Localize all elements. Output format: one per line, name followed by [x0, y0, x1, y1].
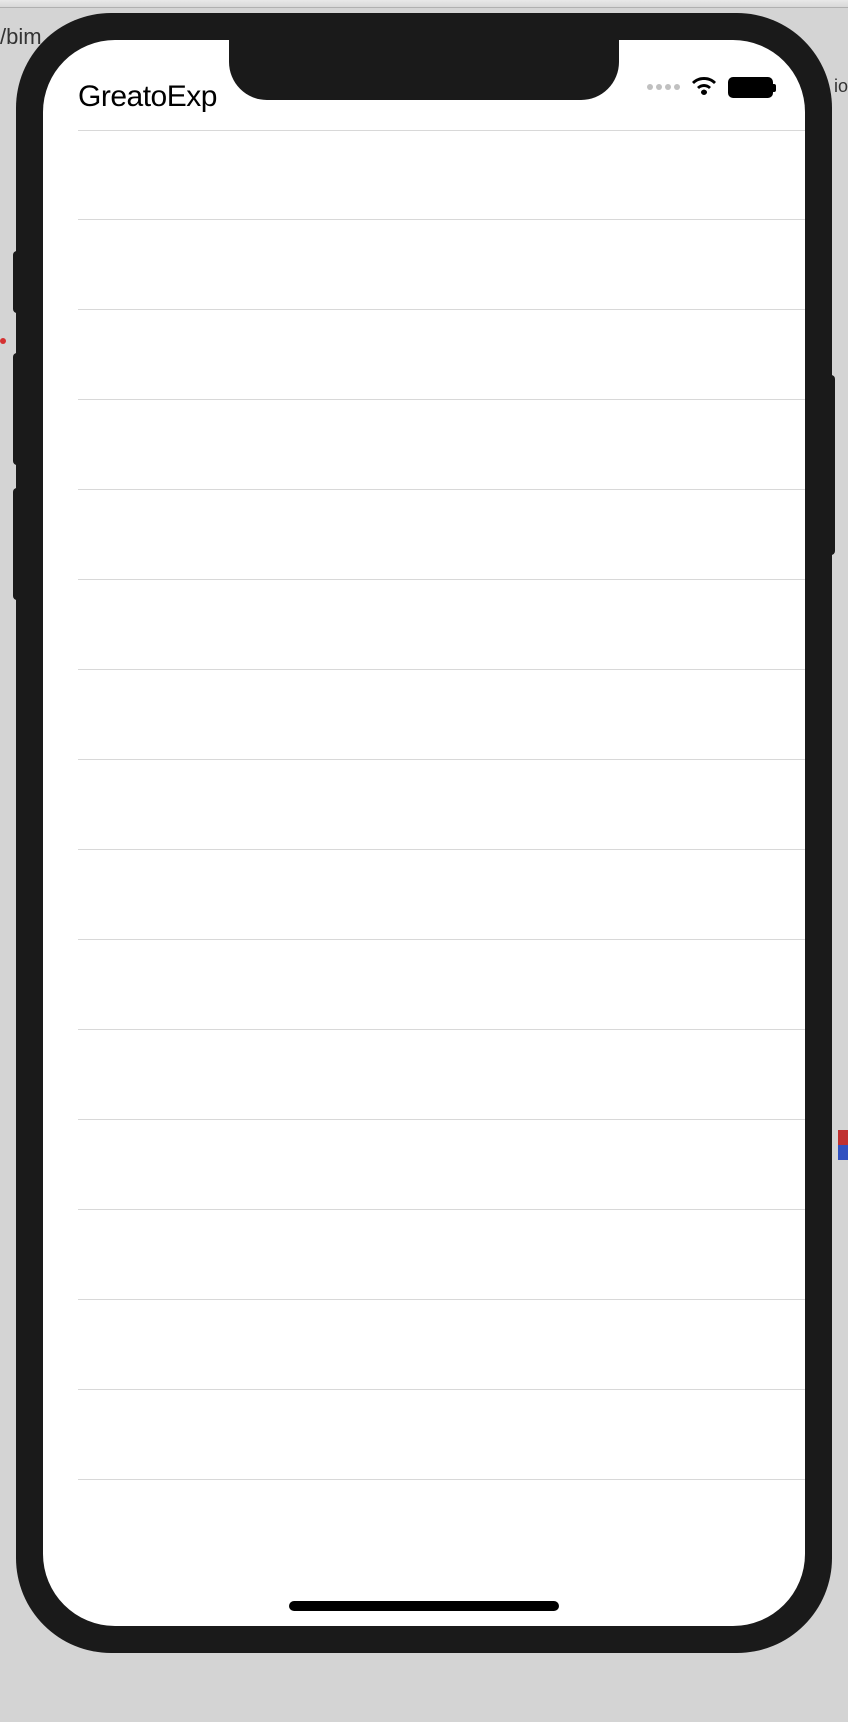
table-row[interactable]	[78, 760, 805, 850]
table-row[interactable]	[78, 850, 805, 940]
table-row[interactable]	[78, 1210, 805, 1300]
table-row[interactable]	[78, 940, 805, 1030]
mute-switch	[13, 251, 21, 313]
url-fragment: /bim	[0, 24, 42, 50]
right-text-fragment: io	[834, 76, 848, 97]
iphone-notch	[229, 40, 619, 100]
table-row[interactable]	[78, 1300, 805, 1390]
right-icon-fragment	[838, 1130, 848, 1160]
phone-screen: GreatoExp	[43, 40, 805, 1626]
table-view[interactable]	[43, 130, 805, 1626]
red-indicator-fragment	[0, 338, 6, 344]
browser-chrome-fragment	[0, 0, 848, 8]
table-row[interactable]	[78, 670, 805, 760]
cellular-signal-icon	[647, 84, 680, 90]
wifi-icon	[690, 76, 718, 98]
table-row[interactable]	[78, 580, 805, 670]
home-indicator[interactable]	[289, 1601, 559, 1611]
table-row[interactable]	[78, 1480, 805, 1525]
table-row[interactable]	[78, 1120, 805, 1210]
header-title-overlapped: GreatoExp	[78, 80, 217, 114]
table-row[interactable]	[78, 1390, 805, 1480]
table-row[interactable]	[78, 130, 805, 220]
table-row[interactable]	[78, 220, 805, 310]
table-row[interactable]	[78, 310, 805, 400]
table-row[interactable]	[78, 400, 805, 490]
battery-icon	[728, 77, 773, 98]
iphone-device-frame: GreatoExp	[16, 13, 832, 1653]
status-bar-right	[647, 76, 773, 98]
volume-up-button	[13, 353, 21, 465]
volume-down-button	[13, 488, 21, 600]
table-row[interactable]	[78, 490, 805, 580]
table-row[interactable]	[78, 1030, 805, 1120]
power-button	[827, 375, 835, 555]
